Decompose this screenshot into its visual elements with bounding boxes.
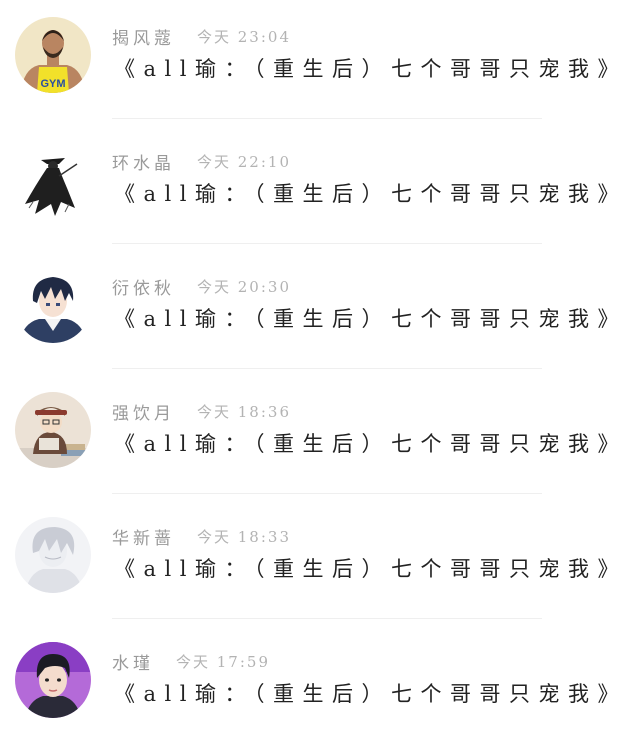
- sketch-boy-avatar[interactable]: [15, 517, 91, 593]
- comment-username[interactable]: 水瑾: [112, 649, 154, 674]
- comment-time: 今天 23:04: [197, 27, 291, 46]
- comment-time: 今天 20:30: [197, 277, 291, 296]
- comment-feed: GYM 揭风蔻 今天 23:04 《all瑜：（重生后）七个哥哥只宠我》 环水晶…: [0, 0, 640, 733]
- divider: [112, 368, 542, 369]
- comment-item: 环水晶 今天 22:10 《all瑜：（重生后）七个哥哥只宠我》: [0, 125, 640, 249]
- reading-child-avatar[interactable]: [15, 392, 91, 468]
- divider: [112, 118, 542, 119]
- comment-username[interactable]: 强饮月: [112, 399, 175, 424]
- comment-time: 今天 18:33: [197, 527, 291, 546]
- comment-username[interactable]: 华新蔷: [112, 524, 175, 549]
- comment-text: 《all瑜：（重生后）七个哥哥只宠我》: [114, 307, 627, 331]
- comment-time: 今天 17:59: [176, 652, 270, 671]
- young-man-avatar[interactable]: [15, 642, 91, 718]
- comment-item: GYM 揭风蔻 今天 23:04 《all瑜：（重生后）七个哥哥只宠我》: [0, 0, 640, 124]
- divider: [112, 618, 542, 619]
- comment-text: 《all瑜：（重生后）七个哥哥只宠我》: [114, 182, 627, 206]
- comment-item: 衍依秋 今天 20:30 《all瑜：（重生后）七个哥哥只宠我》: [0, 250, 640, 374]
- divider: [112, 243, 542, 244]
- divider: [112, 493, 542, 494]
- comment-item: 强饮月 今天 18:36 《all瑜：（重生后）七个哥哥只宠我》: [0, 375, 640, 499]
- comment-text: 《all瑜：（重生后）七个哥哥只宠我》: [114, 682, 627, 706]
- comment-text: 《all瑜：（重生后）七个哥哥只宠我》: [114, 57, 627, 81]
- comment-username[interactable]: 环水晶: [112, 149, 175, 174]
- comment-time: 今天 22:10: [197, 152, 291, 171]
- svg-text:GYM: GYM: [40, 78, 65, 90]
- comment-item: 华新蔷 今天 18:33 《all瑜：（重生后）七个哥哥只宠我》: [0, 500, 640, 624]
- comment-username[interactable]: 衍依秋: [112, 274, 175, 299]
- ink-swordsman-avatar[interactable]: [15, 142, 91, 218]
- gym-man-avatar[interactable]: GYM: [15, 17, 91, 93]
- comment-text: 《all瑜：（重生后）七个哥哥只宠我》: [114, 557, 627, 581]
- comment-item: 水瑾 今天 17:59 《all瑜：（重生后）七个哥哥只宠我》: [0, 625, 640, 749]
- anime-boy-avatar[interactable]: [15, 267, 91, 343]
- comment-time: 今天 18:36: [197, 402, 291, 421]
- comment-text: 《all瑜：（重生后）七个哥哥只宠我》: [114, 432, 627, 456]
- comment-username[interactable]: 揭风蔻: [112, 24, 175, 49]
